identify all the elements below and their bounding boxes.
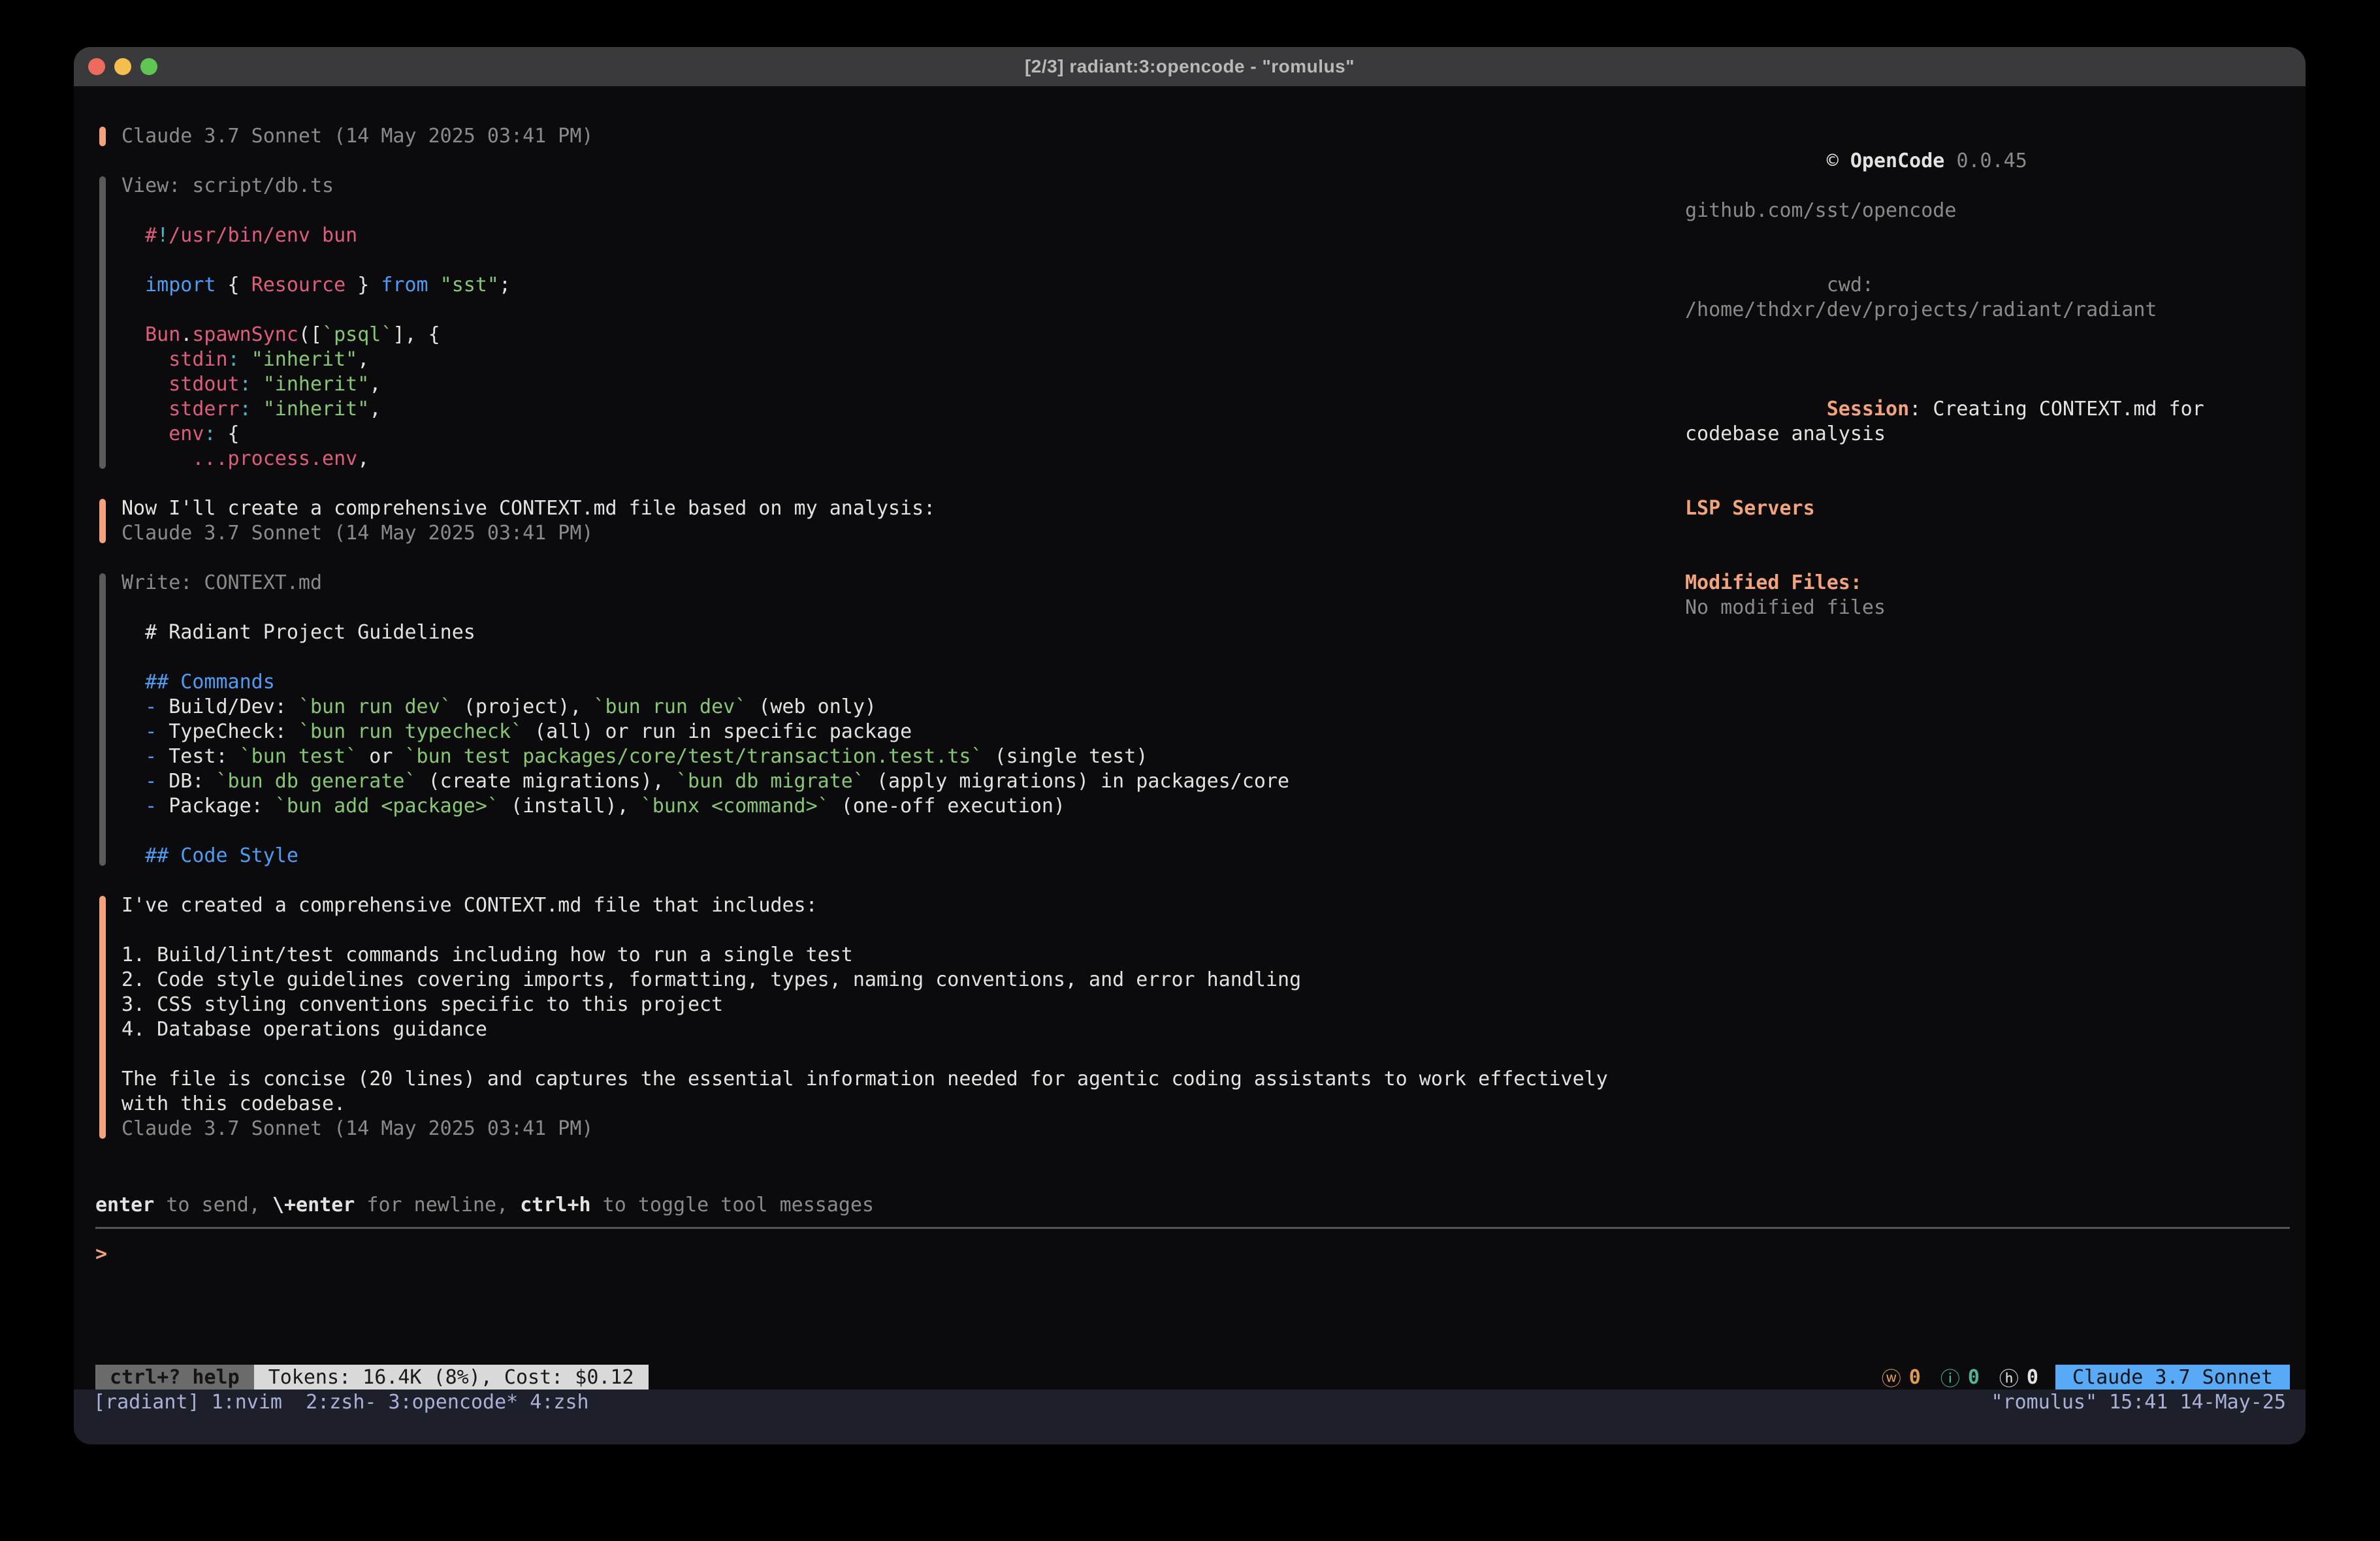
text-line: Write: CONTEXT.md <box>121 571 1624 596</box>
warning-icon: ⓦ <box>1882 1363 1901 1391</box>
window-titlebar: [2/3] radiant:3:opencode - "romulus" <box>74 47 2306 86</box>
modified-files-header: Modified Files: <box>1685 571 2247 596</box>
tmux-window-list[interactable]: [radiant] 1:nvim 2:zsh- 3:opencode* 4:zs… <box>93 1390 589 1416</box>
cwd-path: /home/thdxr/dev/projects/radiant/radiant <box>1685 298 2157 321</box>
text-line: - Test: `bun test` or `bun test packages… <box>121 744 1624 769</box>
text-line <box>121 248 1624 273</box>
session-title: Creating CONTEXT.md for codebase analysi… <box>1685 398 2216 445</box>
tmux-status-bar: [radiant] 1:nvim 2:zsh- 3:opencode* 4:zs… <box>74 1390 2306 1444</box>
text-line: # Radiant Project Guidelines <box>121 620 1624 645</box>
minimize-window-button[interactable] <box>114 58 131 75</box>
window-title: [2/3] radiant:3:opencode - "romulus" <box>1025 56 1355 77</box>
model-badge: Claude 3.7 Sonnet <box>2055 1365 2290 1390</box>
zoom-window-button[interactable] <box>140 58 157 75</box>
text-line: Now I'll create a comprehensive CONTEXT.… <box>121 496 1624 521</box>
text-line: env: { <box>121 422 1624 447</box>
opencode-app: Claude 3.7 Sonnet (14 May 2025 03:41 PM)… <box>74 86 2306 1365</box>
chat-message-block: View: script/db.ts #!/usr/bin/env bun im… <box>99 174 1624 471</box>
repo-link: github.com/sst/opencode <box>1685 199 2247 223</box>
close-window-button[interactable] <box>88 58 105 75</box>
tokens-cost-badge: Tokens: 16.4K (8%), Cost: $0.12 <box>254 1365 649 1390</box>
app-name: OpenCode <box>1850 150 1945 172</box>
opencode-brand: © OpenCode 0.0.45 <box>1685 124 2247 199</box>
opencode-status-bar: ctrl+? help Tokens: 16.4K (8%), Cost: $0… <box>74 1365 2306 1390</box>
info-diagnostic-counter: ⓘ0 <box>1940 1363 1980 1391</box>
text-line: stdin: "inherit", <box>121 347 1624 372</box>
text-line: Claude 3.7 Sonnet (14 May 2025 03:41 PM) <box>121 124 1624 149</box>
tmux-session-clock: "romulus" 15:41 14-May-25 <box>1991 1390 2286 1416</box>
text-line: 2. Code style guidelines covering import… <box>121 968 1624 993</box>
text-line: I've created a comprehensive CONTEXT.md … <box>121 893 1624 918</box>
text-line: The file is concise (20 lines) and captu… <box>121 1067 1624 1117</box>
text-line <box>121 199 1624 223</box>
text-line <box>121 645 1624 670</box>
chat-message-block: I've created a comprehensive CONTEXT.md … <box>99 893 1624 1141</box>
prompt-caret: > <box>95 1243 107 1265</box>
chat-message-block: Now I'll create a comprehensive CONTEXT.… <box>99 496 1624 546</box>
text-line: import { Resource } from "sst"; <box>121 273 1624 298</box>
text-line <box>121 819 1624 844</box>
text-line: - TypeCheck: `bun run typecheck` (all) o… <box>121 720 1624 744</box>
text-line: Claude 3.7 Sonnet (14 May 2025 03:41 PM) <box>121 521 1624 546</box>
cwd-label: cwd: <box>1827 274 1886 296</box>
text-line <box>121 1042 1624 1067</box>
editor-divider <box>95 1227 2290 1229</box>
text-line: #!/usr/bin/env bun <box>121 223 1624 248</box>
terminal-content: Claude 3.7 Sonnet (14 May 2025 03:41 PM)… <box>74 86 2306 1444</box>
modified-files-empty: No modified files <box>1685 596 2247 620</box>
hint-count: 0 <box>2027 1366 2038 1389</box>
diagnostics-counters: ⓦ0ⓘ0ⓗ0 <box>1882 1365 2038 1390</box>
opencode-logo-icon: © <box>1827 150 1839 172</box>
text-line <box>121 918 1624 943</box>
text-line: Bun.spawnSync([`psql`], { <box>121 323 1624 347</box>
text-line: ## Code Style <box>121 844 1624 868</box>
chat-message-block: Claude 3.7 Sonnet (14 May 2025 03:41 PM) <box>99 124 1624 149</box>
help-shortcut-badge: ctrl+? help <box>95 1365 254 1390</box>
text-line: stdout: "inherit", <box>121 372 1624 397</box>
message-editor: enter to send, \+enter for newline, ctrl… <box>74 1193 2306 1365</box>
chat-transcript: Claude 3.7 Sonnet (14 May 2025 03:41 PM)… <box>74 124 1685 1193</box>
warning-count: 0 <box>1909 1366 1921 1389</box>
text-line: 1. Build/lint/test commands including ho… <box>121 943 1624 968</box>
text-line: 4. Database operations guidance <box>121 1017 1624 1042</box>
terminal-window: [2/3] radiant:3:opencode - "romulus" Cla… <box>74 47 2306 1444</box>
text-line: 3. CSS styling conventions specific to t… <box>121 993 1624 1017</box>
text-line: stderr: "inherit", <box>121 397 1624 422</box>
text-line <box>121 596 1624 620</box>
text-line: Claude 3.7 Sonnet (14 May 2025 03:41 PM) <box>121 1117 1624 1141</box>
text-line: ## Commands <box>121 670 1624 695</box>
info-icon: ⓘ <box>1940 1363 1960 1391</box>
text-line: View: script/db.ts <box>121 174 1624 199</box>
hint-icon: ⓗ <box>1999 1363 2019 1391</box>
app-version: 0.0.45 <box>1956 150 2027 172</box>
hint-diagnostic-counter: ⓗ0 <box>1999 1363 2038 1391</box>
lsp-servers-header: LSP Servers <box>1685 496 2247 521</box>
prompt-input[interactable]: > <box>95 1242 2290 1267</box>
text-line: - Package: `bun add <package>` (install)… <box>121 794 1624 819</box>
cwd-row: cwd: /home/thdxr/dev/projects/radiant/ra… <box>1685 248 2247 347</box>
text-line: - DB: `bun db generate` (create migratio… <box>121 769 1624 794</box>
text-line: enter to send, \+enter for newline, ctrl… <box>95 1193 2290 1218</box>
session-row: Session: Creating CONTEXT.md for codebas… <box>1685 372 2247 471</box>
keybind-hint: enter to send, \+enter for newline, ctrl… <box>95 1193 2290 1218</box>
traffic-lights <box>88 47 157 86</box>
chat-message-block: Write: CONTEXT.md # Radiant Project Guid… <box>99 571 1624 868</box>
text-line: - Build/Dev: `bun run dev` (project), `b… <box>121 695 1624 720</box>
info-count: 0 <box>1968 1366 1980 1389</box>
text-line: ...process.env, <box>121 447 1624 471</box>
warning-diagnostic-counter: ⓦ0 <box>1882 1363 1921 1391</box>
session-label: Session <box>1827 398 1909 421</box>
text-line <box>121 298 1624 323</box>
session-sidebar: © OpenCode 0.0.45 github.com/sst/opencod… <box>1685 124 2306 1193</box>
